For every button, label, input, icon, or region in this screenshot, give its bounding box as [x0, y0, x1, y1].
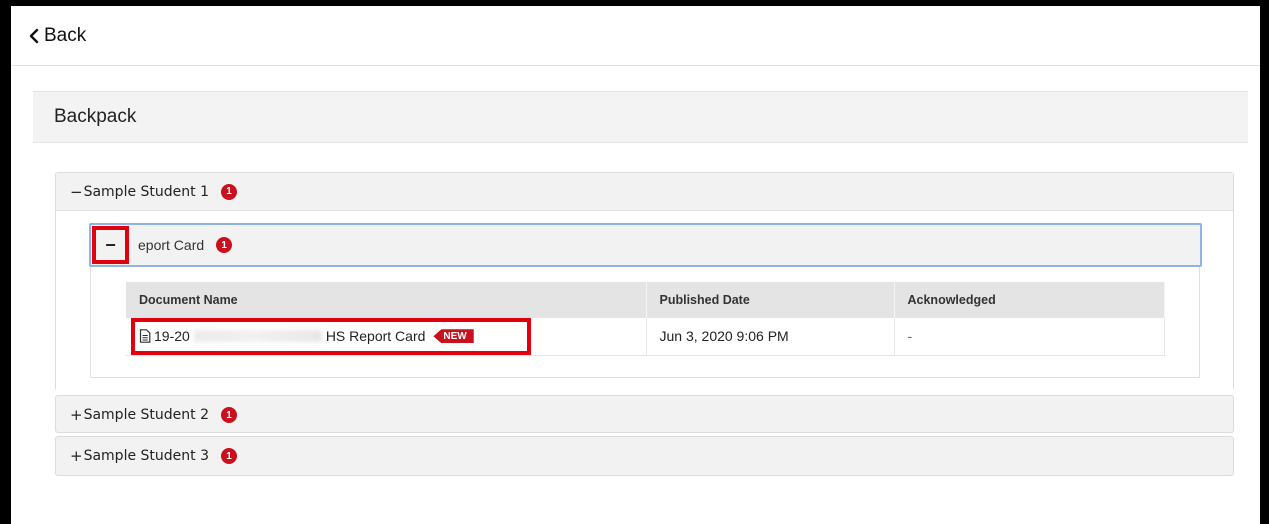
student-body-1: eport Card 1 − Document Name Published D…	[56, 211, 1233, 391]
backpack-header: Backpack	[33, 91, 1248, 143]
student-name: Sample Student 3	[83, 448, 209, 464]
student-panel-3: + Sample Student 3 1	[55, 436, 1234, 476]
table-row: 19-20 HS Report Card NEW Jun 3, 2020 9:0…	[126, 318, 1165, 356]
student-panel-2: + Sample Student 2 1	[55, 395, 1234, 433]
back-link[interactable]: Back	[26, 25, 86, 47]
report-card-title: eport Card	[138, 237, 205, 253]
new-badge: NEW	[433, 329, 474, 344]
document-name-cell: 19-20 HS Report Card NEW	[126, 318, 647, 356]
document-link[interactable]: 19-20 HS Report Card NEW	[131, 318, 646, 356]
acknowledged-cell: -	[894, 318, 1165, 356]
notification-badge: 1	[216, 237, 233, 253]
student-panel-1: − Sample Student 1 1 eport Card 1 − Docu…	[55, 172, 1234, 391]
page-frame: Back Backpack − Sample Student 1 1 eport…	[11, 6, 1260, 524]
backpack-tab[interactable]: Backpack	[33, 92, 423, 142]
collapse-icon: −	[70, 182, 83, 201]
table-header-row: Document Name Published Date Acknowledge…	[126, 282, 1165, 318]
column-header-document-name[interactable]: Document Name	[126, 282, 647, 318]
student-name: Sample Student 2	[83, 407, 209, 423]
page-title: Backpack	[54, 106, 137, 127]
student-header-2[interactable]: + Sample Student 2 1	[56, 396, 1233, 434]
report-card-panel: eport Card 1 − Document Name Published D…	[89, 223, 1202, 378]
column-header-published-date[interactable]: Published Date	[646, 282, 895, 318]
student-name: Sample Student 1	[83, 183, 209, 200]
notification-badge: 1	[221, 183, 237, 200]
redacted-text	[193, 330, 322, 343]
chevron-left-icon	[29, 28, 39, 43]
notification-badge: 1	[221, 448, 237, 464]
student-header-3[interactable]: + Sample Student 3 1	[56, 437, 1233, 475]
notification-badge: 1	[221, 407, 237, 423]
documents-table: Document Name Published Date Acknowledge…	[126, 282, 1165, 356]
column-header-acknowledged[interactable]: Acknowledged	[894, 282, 1165, 318]
student-header-1[interactable]: − Sample Student 1 1	[56, 173, 1233, 211]
report-card-header[interactable]: eport Card 1	[89, 223, 1202, 267]
expand-icon: +	[70, 406, 83, 424]
report-card-collapse-button[interactable]: −	[92, 226, 129, 264]
published-date-cell: Jun 3, 2020 9:06 PM	[646, 318, 895, 356]
expand-icon: +	[70, 447, 83, 465]
back-label: Back	[44, 24, 87, 46]
top-bar: Back	[11, 6, 1260, 66]
